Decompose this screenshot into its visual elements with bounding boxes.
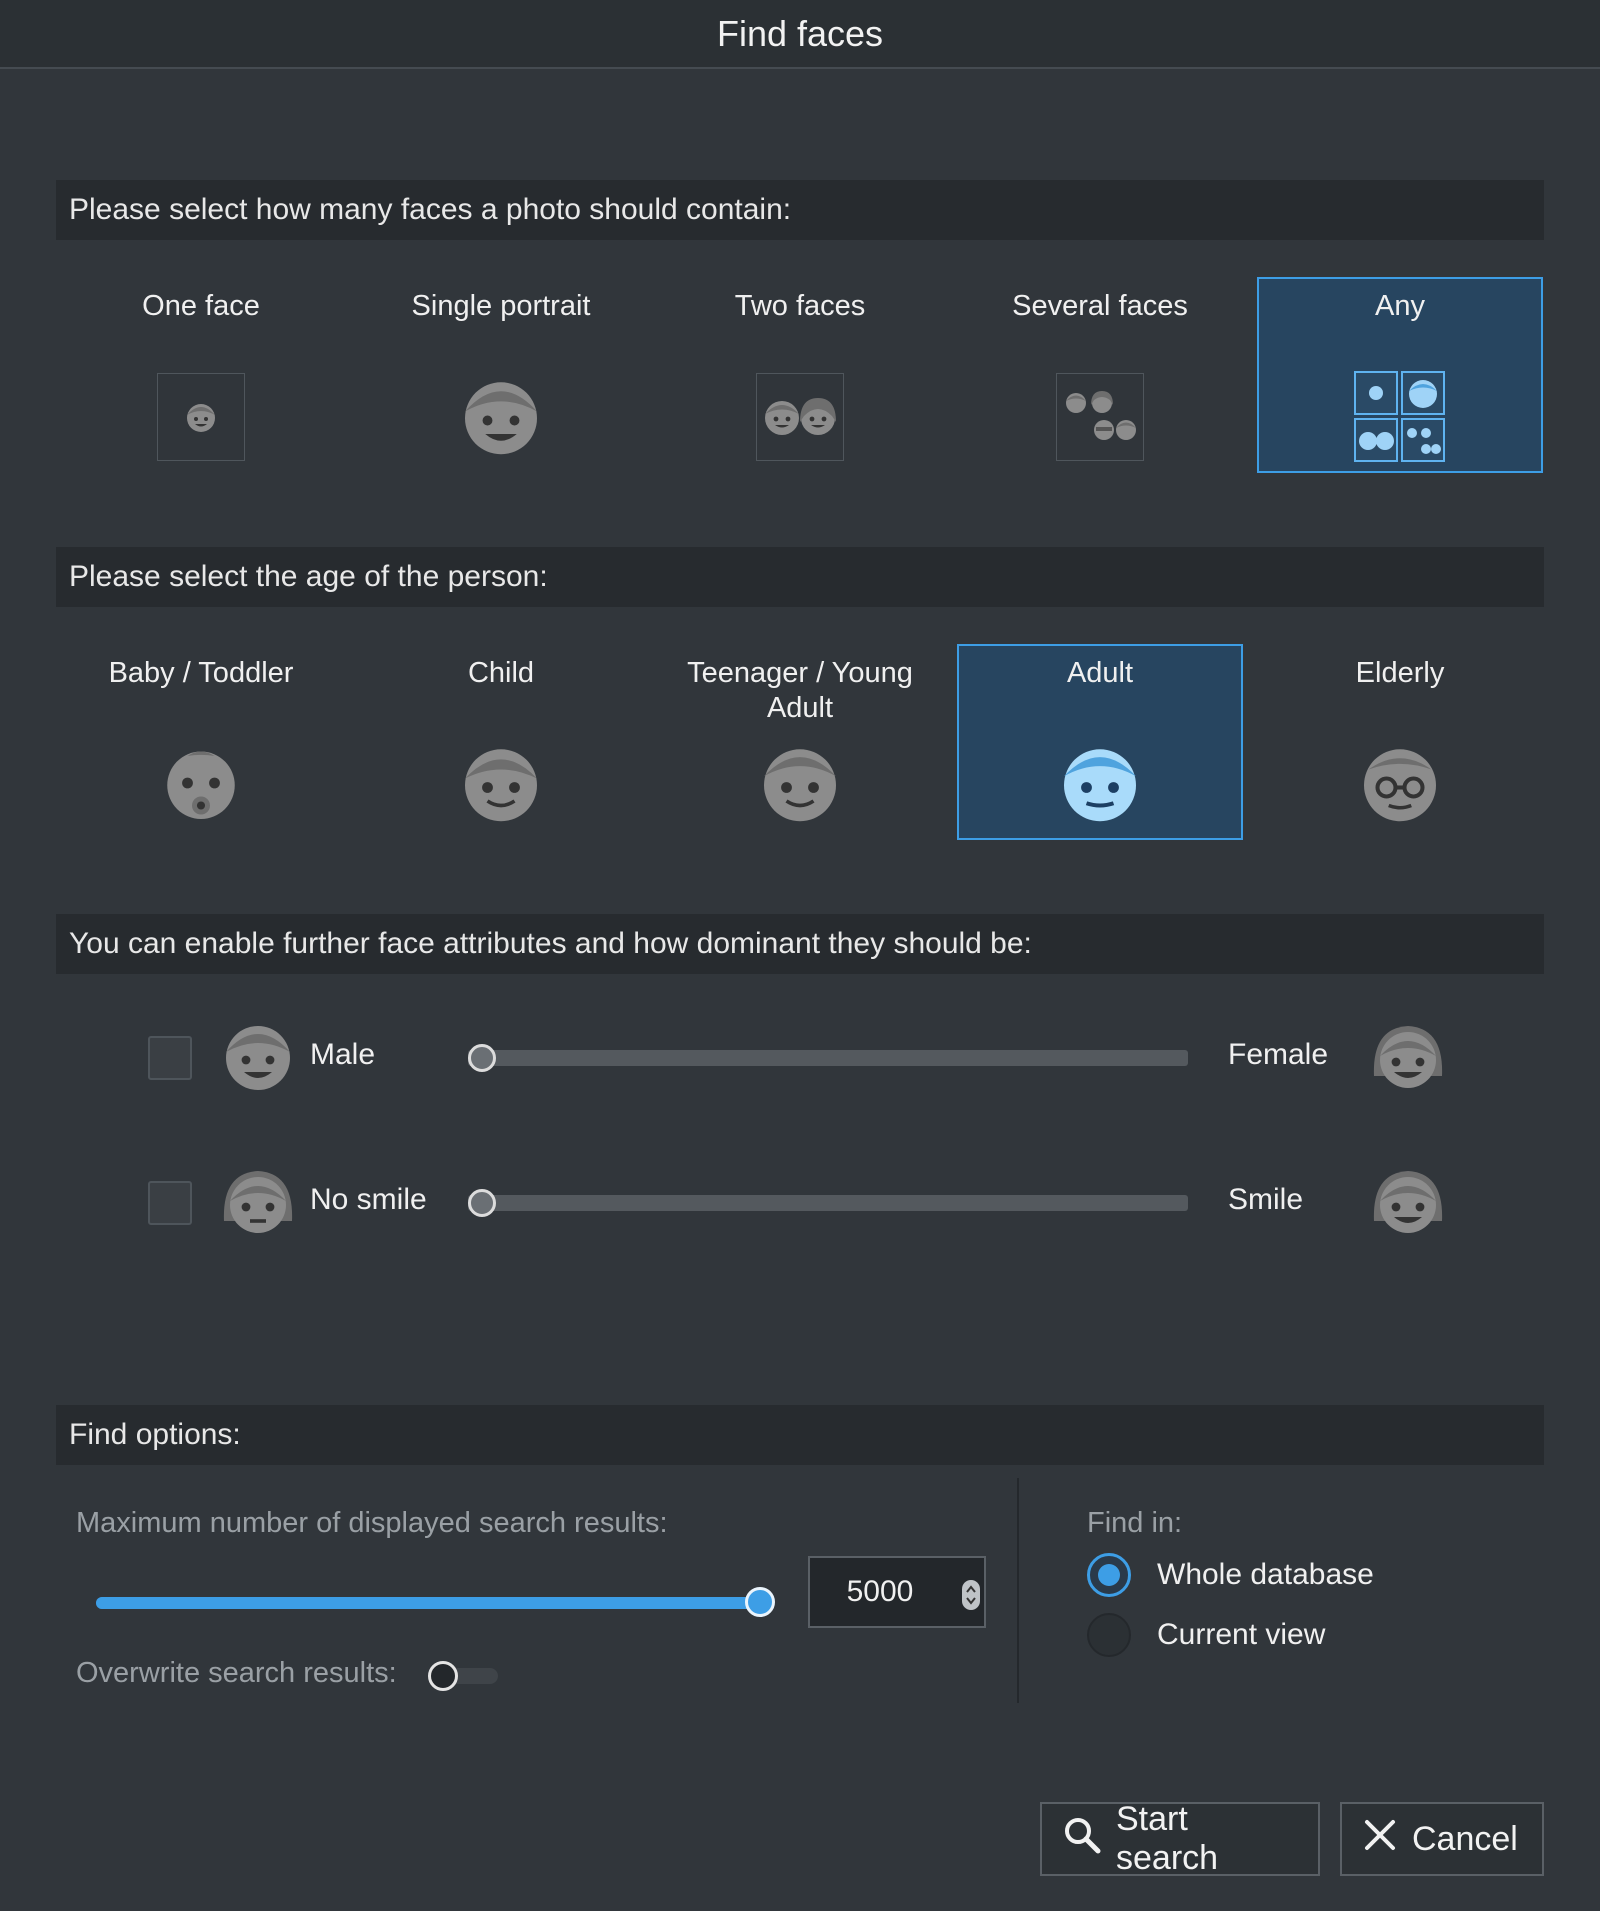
male-face-icon xyxy=(218,1016,298,1101)
gender-attribute-row: Male Female xyxy=(148,1013,1458,1103)
option-single-portrait[interactable]: Single portrait xyxy=(358,277,644,473)
option-any-faces[interactable]: Any xyxy=(1257,277,1543,473)
smile-face-icon xyxy=(1368,1161,1448,1246)
overwrite-toggle-knob[interactable] xyxy=(428,1661,458,1691)
two-faces-icon xyxy=(756,373,844,461)
option-several-faces-label: Several faces xyxy=(1012,290,1188,322)
max-results-spinbox[interactable]: 5000 xyxy=(808,1556,986,1628)
smile-slider-track[interactable] xyxy=(468,1195,1188,1211)
option-adult[interactable]: Adult xyxy=(957,644,1243,840)
option-baby-toddler[interactable]: Baby / Toddler xyxy=(58,644,344,840)
faces-count-section-header: Please select how many faces a photo sho… xyxy=(56,180,1544,240)
find-options-header-text: Find options: xyxy=(69,1418,241,1451)
gender-slider-handle[interactable] xyxy=(468,1044,496,1072)
cancel-button[interactable]: Cancel xyxy=(1340,1802,1544,1876)
max-results-label: Maximum number of displayed search resul… xyxy=(76,1507,668,1539)
option-elderly-label: Elderly xyxy=(1355,657,1445,689)
option-child-label: Child xyxy=(467,657,535,689)
no-smile-face-icon xyxy=(218,1161,298,1246)
overwrite-label: Overwrite search results: xyxy=(76,1657,397,1689)
no-smile-label: No smile xyxy=(310,1183,427,1216)
option-adult-label: Adult xyxy=(1066,657,1134,689)
female-label: Female xyxy=(1228,1038,1329,1071)
option-elderly[interactable]: Elderly xyxy=(1257,644,1543,840)
any-faces-icon xyxy=(1354,371,1446,468)
smile-attribute-row: No smile Smile xyxy=(148,1158,1458,1248)
radio-current-view-indicator[interactable] xyxy=(1087,1613,1131,1657)
option-two-faces[interactable]: Two faces xyxy=(657,277,943,473)
spin-arrows-icon[interactable] xyxy=(962,1580,980,1610)
start-search-label: Start search xyxy=(1116,1800,1219,1877)
max-results-value: 5000 xyxy=(846,1575,914,1608)
radio-current-view[interactable]: Current view xyxy=(1087,1613,1325,1657)
smile-label: Smile xyxy=(1228,1183,1304,1216)
adult-face-icon xyxy=(1055,738,1145,833)
child-face-icon xyxy=(456,738,546,833)
age-section-header: Please select the age of the person: xyxy=(56,547,1544,607)
option-one-face-label: One face xyxy=(142,290,260,322)
male-label: Male xyxy=(310,1038,376,1071)
find-options-section-header: Find options: xyxy=(56,1405,1544,1465)
radio-whole-database[interactable]: Whole database xyxy=(1087,1553,1374,1597)
radio-current-view-label: Current view xyxy=(1157,1618,1326,1651)
close-icon xyxy=(1362,1817,1398,1862)
option-teenager-label: Teenager / Young Adult xyxy=(687,657,913,724)
option-child[interactable]: Child xyxy=(358,644,644,840)
single-portrait-icon xyxy=(456,371,546,466)
smile-slider-handle[interactable] xyxy=(468,1189,496,1217)
attributes-header-text: You can enable further face attributes a… xyxy=(69,927,1032,960)
option-several-faces[interactable]: Several faces xyxy=(957,277,1243,473)
window-title: Find faces xyxy=(716,12,884,54)
teenager-face-icon xyxy=(755,738,845,833)
start-search-button[interactable]: Start search xyxy=(1040,1800,1320,1877)
option-baby-toddler-label: Baby / Toddler xyxy=(108,657,294,689)
option-single-portrait-label: Single portrait xyxy=(411,290,591,322)
faces-count-header-text: Please select how many faces a photo sho… xyxy=(69,193,792,226)
one-face-icon xyxy=(157,373,245,461)
find-in-label: Find in: xyxy=(1087,1507,1183,1539)
age-header-text: Please select the age of the person: xyxy=(69,560,548,593)
option-any-faces-label: Any xyxy=(1375,290,1425,322)
several-faces-icon xyxy=(1056,373,1144,461)
max-results-slider-fill xyxy=(96,1597,760,1609)
gender-slider-track[interactable] xyxy=(468,1050,1188,1066)
option-one-face[interactable]: One face xyxy=(58,277,344,473)
overwrite-toggle[interactable] xyxy=(428,1661,498,1691)
radio-whole-database-indicator[interactable] xyxy=(1087,1553,1131,1597)
attributes-section-header: You can enable further face attributes a… xyxy=(56,914,1544,974)
female-face-icon xyxy=(1368,1016,1448,1101)
baby-face-icon xyxy=(156,738,246,833)
option-two-faces-label: Two faces xyxy=(734,290,866,322)
max-results-slider-handle[interactable] xyxy=(745,1587,775,1617)
option-teenager-young-adult[interactable]: Teenager / Young Adult xyxy=(657,644,943,840)
elderly-face-icon xyxy=(1355,738,1445,833)
max-results-slider-track[interactable] xyxy=(96,1597,760,1609)
cancel-label: Cancel xyxy=(1412,1819,1518,1858)
smile-enable-checkbox[interactable] xyxy=(148,1181,192,1225)
gender-enable-checkbox[interactable] xyxy=(148,1036,192,1080)
window-title-bar: Find faces xyxy=(0,0,1600,69)
find-options-divider xyxy=(1017,1478,1019,1703)
radio-whole-database-label: Whole database xyxy=(1157,1558,1374,1591)
search-icon xyxy=(1062,1815,1102,1864)
